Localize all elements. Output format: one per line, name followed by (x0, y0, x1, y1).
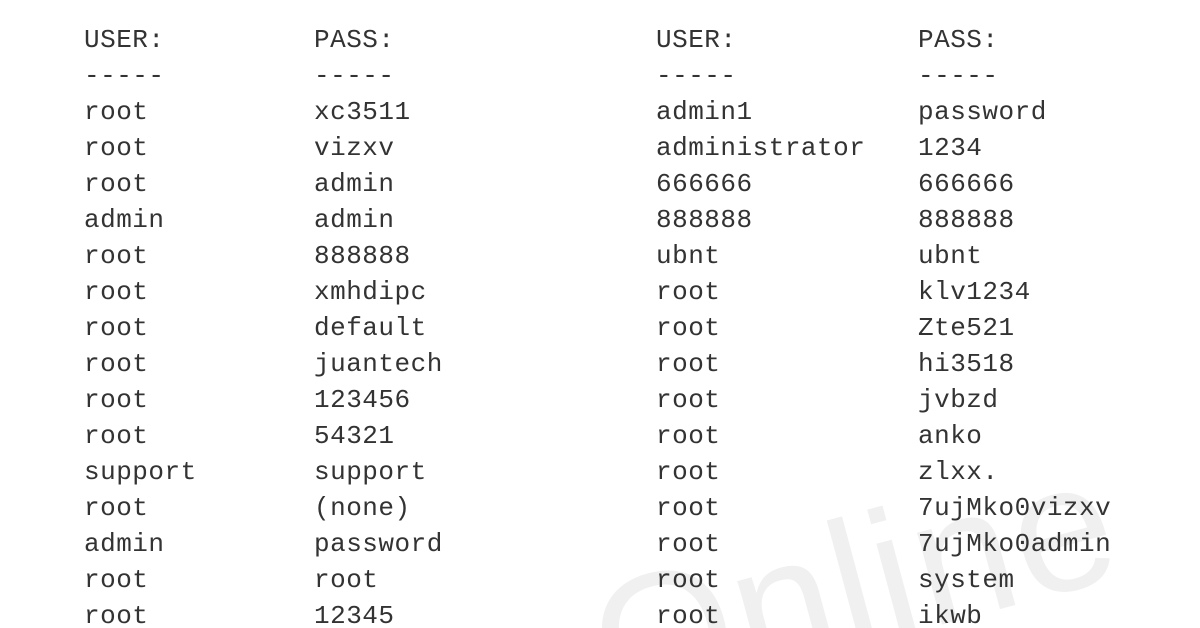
cell-user: root (84, 166, 314, 202)
cell-user: root (656, 562, 918, 598)
cell-pass: 54321 (314, 418, 656, 454)
cell-pass: 7ujMko0vizxv (918, 490, 1178, 526)
cell-pass: system (918, 562, 1178, 598)
cell-user: admin1 (656, 94, 918, 130)
cell-pass: 1234 (918, 130, 1178, 166)
cell-user: admin (84, 202, 314, 238)
cell-user: root (84, 94, 314, 130)
col-header-user-1: USER: (84, 22, 314, 58)
cell-user: admin (84, 526, 314, 562)
cell-user: root (84, 490, 314, 526)
cell-pass: anko (918, 418, 1178, 454)
cell-pass: xc3511 (314, 94, 656, 130)
col-header-user-2: USER: (656, 22, 918, 58)
table-row: root (none) root 7ujMko0vizxv (84, 490, 1200, 526)
cell-pass: default (314, 310, 656, 346)
cell-user: ubnt (656, 238, 918, 274)
cell-user: root (656, 346, 918, 382)
cell-pass: zlxx. (918, 454, 1178, 490)
cell-user: root (656, 418, 918, 454)
cell-user: root (84, 598, 314, 628)
cell-user: root (84, 346, 314, 382)
separator-row: ----- ----- ----- ----- (84, 58, 1200, 94)
table-row: admin password root 7ujMko0admin (84, 526, 1200, 562)
cell-user: root (656, 490, 918, 526)
cell-pass: admin (314, 166, 656, 202)
table-row: root admin 666666 666666 (84, 166, 1200, 202)
table-row: root xc3511 admin1 password (84, 94, 1200, 130)
cell-user: 666666 (656, 166, 918, 202)
cell-user: root (84, 382, 314, 418)
cell-user: root (84, 310, 314, 346)
cell-user: support (84, 454, 314, 490)
cell-pass: password (314, 526, 656, 562)
cell-pass: admin (314, 202, 656, 238)
sep: ----- (84, 58, 314, 94)
cell-pass: hi3518 (918, 346, 1178, 382)
cell-pass: klv1234 (918, 274, 1178, 310)
cell-pass: 7ujMko0admin (918, 526, 1178, 562)
cell-pass: 12345 (314, 598, 656, 628)
table-row: root 123456 root jvbzd (84, 382, 1200, 418)
cell-user: 888888 (656, 202, 918, 238)
table-row: admin admin 888888 888888 (84, 202, 1200, 238)
table-row: root 54321 root anko (84, 418, 1200, 454)
cell-pass: Zte521 (918, 310, 1178, 346)
cell-pass: 123456 (314, 382, 656, 418)
table-row: root 888888 ubnt ubnt (84, 238, 1200, 274)
cell-user: root (656, 598, 918, 628)
cell-user: root (84, 238, 314, 274)
cell-pass: 888888 (918, 202, 1178, 238)
table-row: root default root Zte521 (84, 310, 1200, 346)
cell-user: root (656, 274, 918, 310)
table-row: root 12345 root ikwb (84, 598, 1200, 628)
table-row: root xmhdipc root klv1234 (84, 274, 1200, 310)
cell-user: root (656, 454, 918, 490)
cell-user: root (84, 418, 314, 454)
sep: ----- (314, 58, 656, 94)
cell-user: root (656, 526, 918, 562)
table-row: support support root zlxx. (84, 454, 1200, 490)
table-row: root juantech root hi3518 (84, 346, 1200, 382)
col-header-pass-1: PASS: (314, 22, 656, 58)
cell-pass: (none) (314, 490, 656, 526)
table-row: root root root system (84, 562, 1200, 598)
cell-pass: jvbzd (918, 382, 1178, 418)
header-row: USER: PASS: USER: PASS: (84, 22, 1200, 58)
sep: ----- (918, 58, 1178, 94)
cell-pass: juantech (314, 346, 656, 382)
cell-user: root (84, 562, 314, 598)
cell-user: root (84, 130, 314, 166)
table-row: root vizxv administrator 1234 (84, 130, 1200, 166)
cell-pass: xmhdipc (314, 274, 656, 310)
cell-pass: password (918, 94, 1178, 130)
cell-pass: 888888 (314, 238, 656, 274)
cell-user: root (656, 382, 918, 418)
cell-pass: support (314, 454, 656, 490)
cell-pass: root (314, 562, 656, 598)
cell-user: administrator (656, 130, 918, 166)
cell-pass: 666666 (918, 166, 1178, 202)
sep: ----- (656, 58, 918, 94)
col-header-pass-2: PASS: (918, 22, 1178, 58)
cell-pass: ubnt (918, 238, 1178, 274)
credentials-table: USER: PASS: USER: PASS: ----- ----- ----… (0, 0, 1200, 628)
cell-pass: ikwb (918, 598, 1178, 628)
cell-user: root (84, 274, 314, 310)
cell-pass: vizxv (314, 130, 656, 166)
cell-user: root (656, 310, 918, 346)
